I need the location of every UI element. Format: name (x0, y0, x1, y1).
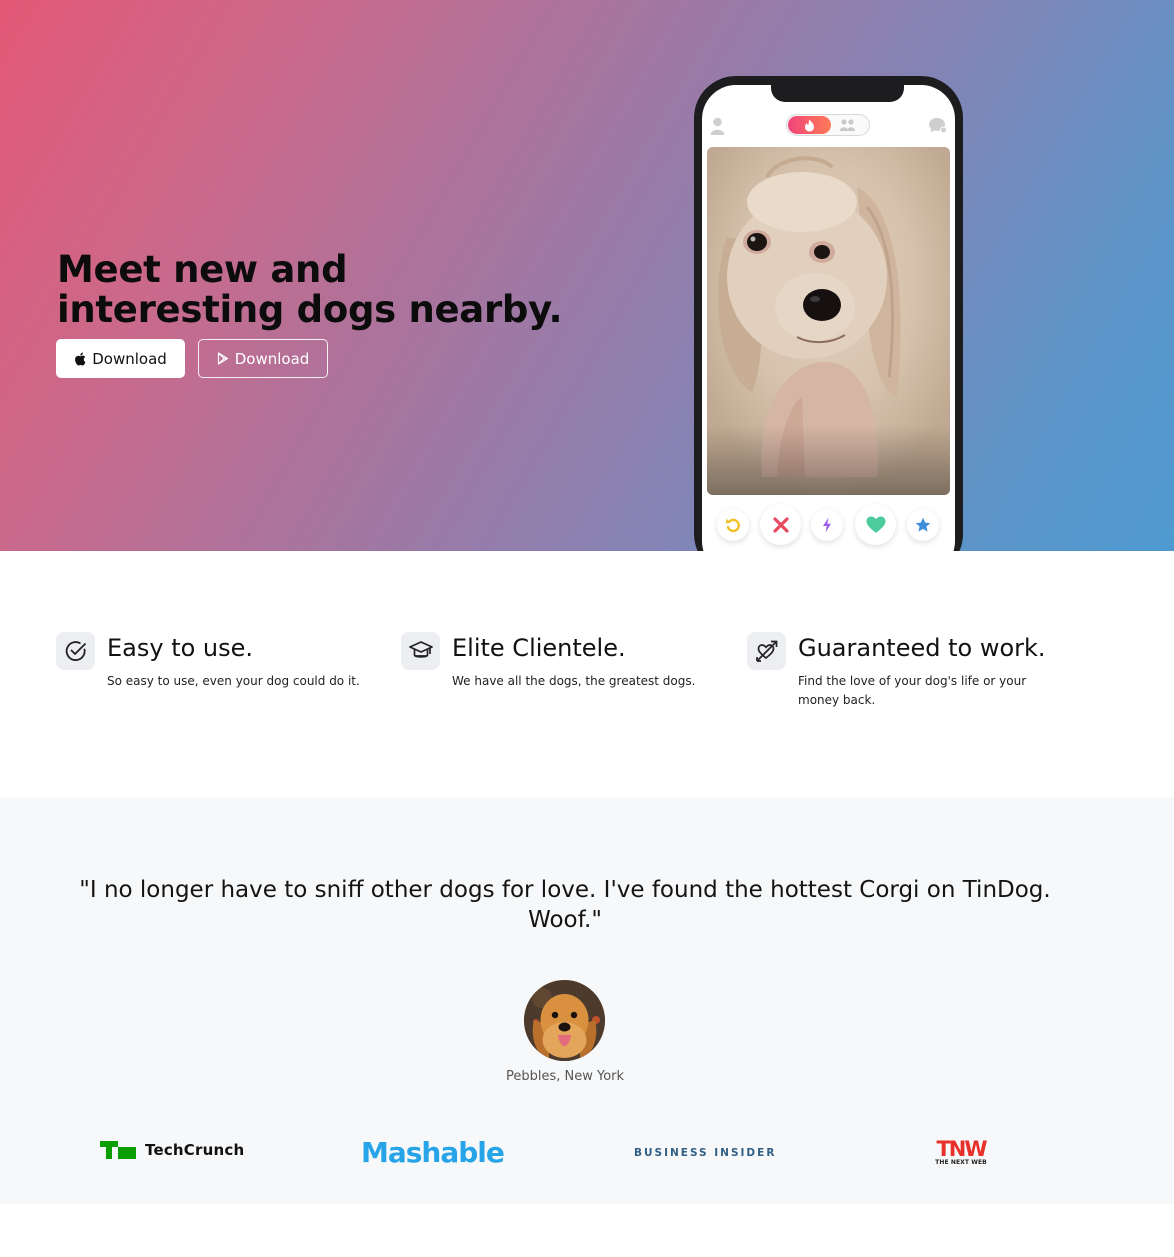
testimonial-author: Pebbles, New York (505, 1069, 625, 1084)
nope-icon (772, 516, 789, 533)
feature-icon-box (401, 632, 440, 670)
google-play-download-label: Download (234, 349, 310, 368)
tnw-subtitle: THE NEXT WEB (935, 1159, 987, 1166)
techcrunch-name: TechCrunch (145, 1141, 245, 1159)
apple-download-label: Download (92, 349, 167, 368)
avatar (524, 980, 605, 1061)
rewind-icon (725, 518, 740, 533)
group-icon[interactable] (839, 118, 857, 132)
feature-title: Easy to use. (107, 634, 254, 662)
hero-section: Meet new and interesting dogs nearby. Do… (0, 0, 1174, 551)
like-button[interactable] (855, 504, 896, 545)
hero-title: Meet new and interesting dogs nearby. (57, 248, 563, 331)
feature-icon-box (56, 632, 95, 670)
user-icon[interactable] (710, 117, 725, 135)
boost-button[interactable] (811, 509, 843, 541)
mode-toggle[interactable] (786, 114, 870, 136)
chat-icon[interactable] (928, 117, 947, 135)
features-section: Easy to use. So easy to use, even your d… (0, 551, 1174, 797)
boost-icon (823, 517, 831, 533)
phone-action-bar (702, 503, 955, 547)
heart-arrow-icon (755, 640, 777, 662)
flame-icon (805, 119, 814, 131)
feature-title: Guaranteed to work. (798, 634, 1046, 662)
apple-icon (75, 352, 86, 365)
feature-text: Find the love of your dog's life or your… (798, 674, 1027, 707)
techcrunch-logo: TechCrunch (100, 1141, 244, 1159)
super-like-icon (915, 517, 931, 532)
tnw-wordmark: TNW (936, 1137, 987, 1161)
feature-text: So easy to use, even your dog could do i… (107, 674, 360, 688)
feature-text: We have all the dogs, the greatest dogs. (452, 674, 696, 688)
mashable-logo: Mashable (361, 1136, 505, 1169)
rewind-button[interactable] (717, 509, 749, 541)
nope-button[interactable] (760, 504, 801, 545)
apple-download-button[interactable]: Download (56, 339, 185, 378)
testimonial-section: "I no longer have to sniff other dogs fo… (0, 797, 1174, 1204)
dog-photo (707, 147, 950, 495)
super-like-button[interactable] (907, 509, 939, 541)
techcrunch-mark-icon (100, 1141, 136, 1159)
business-insider-logo: BUSINESS INSIDER (634, 1147, 777, 1159)
google-play-download-button[interactable]: Download (198, 339, 328, 378)
phone-mockup (694, 76, 963, 551)
feature-title: Elite Clientele. (452, 634, 626, 662)
phone-notch (771, 85, 904, 102)
tnw-logo: TNW THE NEXT WEB (931, 1137, 991, 1167)
testimonial-quote: "I no longer have to sniff other dogs fo… (79, 877, 1051, 933)
like-icon (866, 516, 885, 533)
graduation-cap-icon (408, 641, 433, 658)
flame-mode[interactable] (788, 116, 831, 134)
phone-screen (702, 85, 955, 551)
feature-icon-box (747, 632, 786, 670)
check-circle-icon (65, 641, 86, 661)
google-play-icon (217, 352, 228, 365)
